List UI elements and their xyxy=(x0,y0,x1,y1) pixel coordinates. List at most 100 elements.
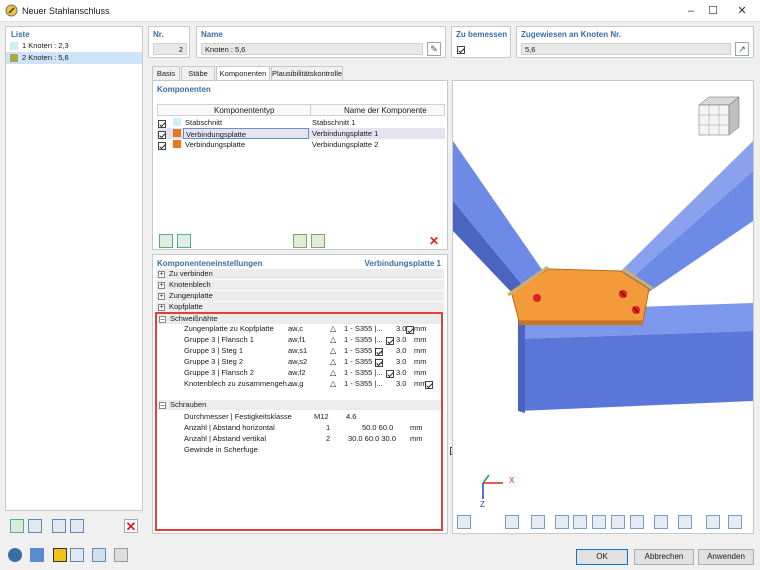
table-row[interactable]: Verbindungsplatte Verbindungsplatte 2 xyxy=(157,139,445,151)
view-icon[interactable] xyxy=(92,548,106,562)
weld-symbol: aw,f1 xyxy=(288,335,306,344)
bolt-row[interactable]: Anzahl | Abstand vertikal 2 30.0 60.0 30… xyxy=(184,433,440,444)
weld-row[interactable]: Gruppe 3 | Flansch 2 aw,f2 △ 1 - S355 |... 3… xyxy=(184,367,440,379)
row-typ: Verbindungsplatte xyxy=(183,128,309,139)
table-header: Komponententyp Name der Komponente xyxy=(157,104,445,116)
help-icon[interactable] xyxy=(8,548,22,562)
weld-label: Knotenblech zu zusammengeh... xyxy=(184,379,294,388)
weld-checkbox[interactable] xyxy=(385,337,394,346)
wireframe-icon[interactable] xyxy=(654,515,668,529)
bolt-label: Anzahl | Abstand horizontal xyxy=(184,423,275,432)
group-schrauben[interactable]: – Schrauben xyxy=(157,400,441,410)
weld-symbol: aw,f2 xyxy=(288,368,306,377)
group-zu-verbinden[interactable]: + Zu verbinden xyxy=(156,269,444,279)
color-icon[interactable] xyxy=(53,548,67,562)
weld-row[interactable]: Zungenplatte zu Kopfplatte aw,c △ 1 - S355 … xyxy=(184,323,440,335)
name-field[interactable]: Knoten : 5,6 xyxy=(201,43,423,55)
weld-symbol: aw,s1 xyxy=(288,346,308,355)
copy-item-icon[interactable] xyxy=(28,519,42,533)
library-icon[interactable] xyxy=(311,234,325,248)
weld-row[interactable]: Knotenblech zu zusammengeh... aw,g △ 1 - S3… xyxy=(184,378,440,390)
weld-unit: mm xyxy=(414,324,427,333)
move-up-icon[interactable] xyxy=(159,234,173,248)
weld-row[interactable]: Gruppe 3 | Steg 2 aw,s2 △ 1 - S355 |... 3.0 m… xyxy=(184,356,440,368)
tab-basis[interactable]: Basis xyxy=(152,66,180,80)
visibility-icon[interactable] xyxy=(531,515,545,529)
weld-type-icon[interactable]: △ xyxy=(330,345,336,356)
move-down-icon[interactable] xyxy=(177,234,191,248)
nr-field[interactable]: 2 xyxy=(153,43,187,55)
weld-type-icon[interactable]: △ xyxy=(330,334,336,345)
list-item-label: 1 Knoten : 2,3 xyxy=(22,41,69,50)
table-row[interactable]: Verbindungsplatte Verbindungsplatte 1 xyxy=(157,128,445,140)
table-icon[interactable] xyxy=(70,548,84,562)
row-checkbox[interactable] xyxy=(158,131,166,140)
units-icon[interactable] xyxy=(30,548,44,562)
edit-name-icon[interactable]: ✎ xyxy=(427,42,441,56)
group-knotenblech[interactable]: + Knotenblech xyxy=(156,280,444,290)
ok-button[interactable]: OK xyxy=(576,549,628,565)
table-row[interactable]: Stabschnitt Stabschnitt 1 xyxy=(157,117,445,129)
import-icon[interactable] xyxy=(293,234,307,248)
iso-z-icon[interactable] xyxy=(592,515,606,529)
bolt-row[interactable]: Durchmesser | Festigkeitsklasse M12 4.6 xyxy=(184,411,440,422)
weld-checkbox[interactable] xyxy=(405,326,414,335)
row-typ: Verbindungsplatte xyxy=(185,140,246,149)
reset-icon[interactable] xyxy=(706,515,720,529)
delete-component-icon[interactable]: ✕ xyxy=(427,234,441,248)
weld-type-icon[interactable]: △ xyxy=(330,356,336,367)
axis-z-label: Z xyxy=(480,500,485,509)
display-options-icon[interactable] xyxy=(505,515,519,529)
list-item[interactable]: 1 Knoten : 2,3 xyxy=(6,40,142,52)
print-icon[interactable] xyxy=(678,515,692,529)
maximize-icon[interactable]: ☐ xyxy=(706,4,720,18)
row-checkbox[interactable] xyxy=(158,120,166,129)
bolt-unit: mm xyxy=(410,434,423,443)
bolt-label: Anzahl | Abstand vertikal xyxy=(184,434,266,443)
render-icon[interactable] xyxy=(630,515,644,529)
iso-view-icon[interactable] xyxy=(611,515,625,529)
weld-row[interactable]: Gruppe 3 | Flansch 1 aw,f1 △ 1 - S355 |... 3… xyxy=(184,334,440,346)
function-icon[interactable] xyxy=(114,548,128,562)
group-zungenplatte[interactable]: + Zungenplatte xyxy=(156,291,444,301)
bolt-row[interactable]: Gewinde in Scherfuge xyxy=(184,444,458,456)
iso-x-icon[interactable] xyxy=(555,515,569,529)
weld-type-icon[interactable]: △ xyxy=(330,323,336,334)
weld-thickness: 3.0 xyxy=(396,357,407,366)
bolt-row[interactable]: Anzahl | Abstand horizontal 1 50.0 60.0 … xyxy=(184,422,440,433)
bolt-label: Gewinde in Scherfuge xyxy=(184,445,258,454)
apply-button[interactable]: Anwenden xyxy=(698,549,754,565)
row-name: Verbindungsplatte 1 xyxy=(312,129,379,138)
weld-row[interactable]: Gruppe 3 | Steg 1 aw,s1 △ 1 - S355 |... 3.0 m… xyxy=(184,345,440,357)
weld-thickness: 3.0 xyxy=(396,324,407,333)
zugewiesen-field[interactable]: 5,6 xyxy=(521,43,731,55)
row-name: Stabschnitt 1 xyxy=(312,118,356,127)
tab-staebe[interactable]: Stäbe xyxy=(181,66,215,80)
col-komponententyp: Komponententyp xyxy=(214,106,275,115)
row-checkbox[interactable] xyxy=(158,142,166,151)
iso-y-icon[interactable] xyxy=(573,515,587,529)
bemessen-label: Zu bemessen xyxy=(456,30,508,39)
minimize-icon[interactable]: – xyxy=(684,4,698,18)
delete-icon[interactable]: ✕ xyxy=(124,519,138,534)
export-icon[interactable] xyxy=(728,515,742,529)
list-item[interactable]: 2 Knoten : 5,6 xyxy=(6,52,142,64)
check-all-icon[interactable] xyxy=(52,519,66,533)
close-icon[interactable]: ✕ xyxy=(735,4,749,18)
tab-plausibilitaet[interactable]: Plausibilitätskontrolle xyxy=(271,66,343,80)
group-kopfplatte[interactable]: + Kopfplatte xyxy=(156,302,444,312)
view-3d[interactable]: X Z xyxy=(452,80,754,534)
weld-checkbox[interactable] xyxy=(385,370,394,379)
weld-type-icon[interactable]: △ xyxy=(330,367,336,378)
bolt-value-a: M12 xyxy=(314,412,329,421)
bemessen-checkbox[interactable] xyxy=(457,45,465,54)
komponenten-panel: Komponenten Komponententyp Name der Komp… xyxy=(152,80,448,250)
view-settings-icon[interactable] xyxy=(457,515,471,529)
uncheck-all-icon[interactable] xyxy=(70,519,84,533)
weld-unit: mm xyxy=(414,379,427,388)
new-item-icon[interactable] xyxy=(10,519,24,533)
weld-type-icon[interactable]: △ xyxy=(330,378,336,389)
pick-node-icon[interactable]: ↗ xyxy=(735,42,749,56)
tab-komponenten[interactable]: Komponenten xyxy=(216,66,270,81)
cancel-button[interactable]: Abbrechen xyxy=(634,549,694,565)
